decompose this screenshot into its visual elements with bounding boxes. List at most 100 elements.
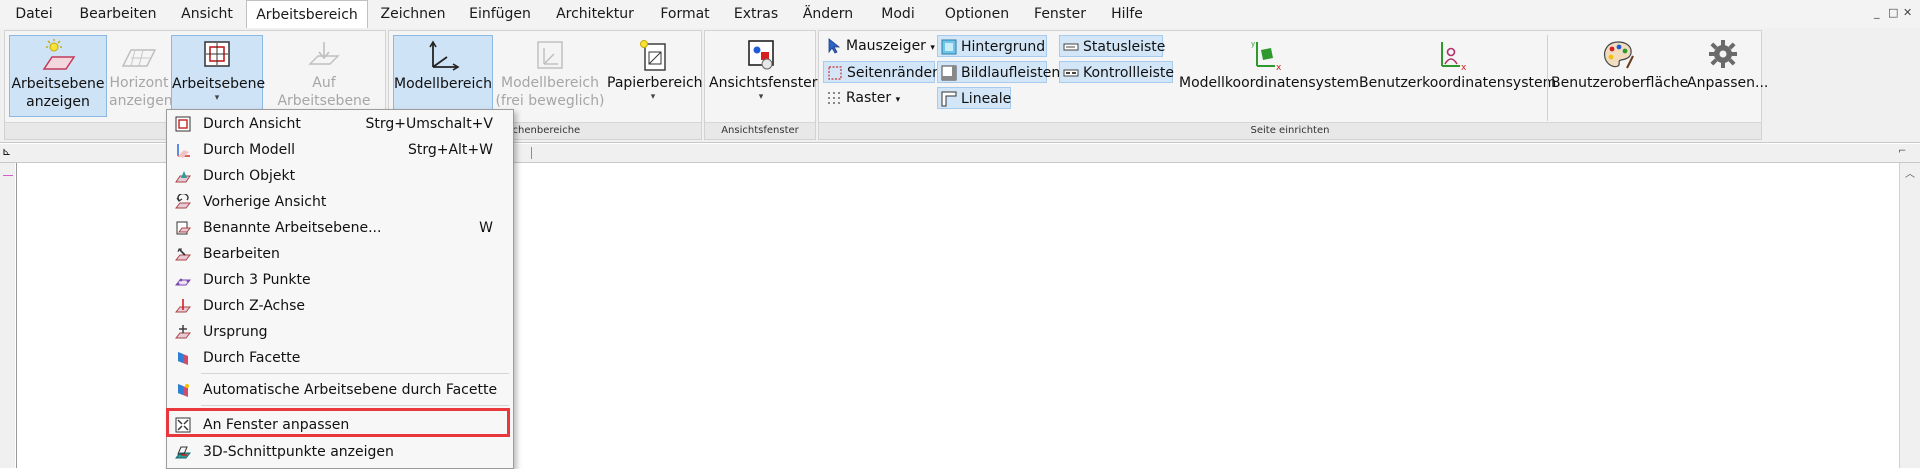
menu-item-label: Durch 3 Punkte — [203, 272, 311, 288]
grid-dots-icon — [828, 92, 840, 104]
viewport-line1: Ansichtsfenster — [709, 75, 818, 91]
cursor-arrow-icon — [828, 38, 841, 54]
model-axes-icon — [177, 144, 190, 158]
page-margins-toggle[interactable]: Seitenränder — [823, 61, 938, 83]
model-area-free-button[interactable]: Modellbereich (frei beweglich) — [495, 35, 605, 117]
minimize-button[interactable]: _ — [1874, 6, 1880, 19]
workplane-line1: Arbeitsebene — [172, 76, 266, 92]
control-bar-label: Kontrollleiste — [1083, 65, 1174, 81]
menu-item-label: Durch Objekt — [203, 168, 296, 184]
menu-item-named-workplane[interactable]: Benannte Arbeitsebene... W — [167, 215, 513, 241]
menu-item-show-3d-intersections[interactable]: 3D-Schnittpunkte anzeigen — [167, 439, 513, 465]
menu-item-by-z-axis[interactable]: Durch Z-Achse — [167, 293, 513, 319]
menu-item-label: Automatische Arbeitsebene durch Facette — [203, 382, 498, 398]
menu-item-edit[interactable]: Bearbeiten — [167, 241, 513, 267]
ruler-origin-icon[interactable]: ⊾ — [2, 145, 11, 158]
tab-format[interactable]: Format — [648, 0, 722, 28]
group-divider — [1547, 35, 1548, 121]
menu-item-by-view[interactable]: Durch Ansicht Strg+Umschalt+V — [167, 111, 513, 137]
background-icon — [941, 39, 957, 55]
customize-button[interactable]: Anpassen... — [1687, 35, 1768, 95]
named-workplane-icon — [176, 221, 191, 235]
model-area-free-line1: Modellbereich — [501, 75, 599, 91]
menu-separator — [201, 373, 509, 374]
menu-item-origin[interactable]: Ursprung — [167, 319, 513, 345]
scrollbars-icon — [941, 65, 957, 81]
menu-item-by-object[interactable]: Durch Objekt — [167, 163, 513, 189]
group-ansichtsfenster: Ansichtsfenster ▾ Ansichtsfenster — [704, 30, 818, 140]
tab-fenster[interactable]: Fenster — [1024, 0, 1096, 28]
place-workplane-line1: Auf Arbeitsebene — [277, 75, 371, 109]
background-label: Hintergrund — [961, 39, 1046, 55]
grid-dropdown[interactable]: Raster ▾ — [823, 87, 935, 109]
paper-area-line1: Papierbereich — [607, 75, 703, 91]
auto-facet-icon — [178, 384, 189, 397]
menu-item-label: Durch Z-Achse — [203, 298, 306, 314]
origin-icon — [175, 325, 191, 339]
tab-aendern[interactable]: Ändern — [790, 0, 866, 28]
model-area-axes-icon — [429, 40, 460, 71]
tab-datei[interactable]: Datei — [0, 0, 68, 28]
menu-item-label: Ursprung — [203, 324, 268, 340]
menu-item-auto-workplane-facet[interactable]: Automatische Arbeitsebene durch Facette — [167, 377, 513, 403]
workplane-dropdown-button[interactable]: Arbeitsebene ▾ — [171, 35, 266, 117]
tab-modi[interactable]: Modi — [866, 0, 930, 28]
chevron-down-icon: ▾ — [895, 95, 901, 105]
menu-item-label: Durch Ansicht — [203, 116, 301, 132]
menu-item-label: 3D-Schnittpunkte anzeigen — [203, 444, 394, 460]
status-bar-toggle[interactable]: Statusleiste — [1059, 35, 1165, 57]
horizon-icon — [121, 49, 157, 67]
tab-einfuegen[interactable]: Einfügen — [458, 0, 542, 28]
rulers-toggle[interactable]: Lineale — [937, 87, 1011, 109]
grid-view-icon — [175, 116, 191, 132]
background-toggle[interactable]: Hintergrund — [937, 35, 1047, 57]
gear-icon — [1709, 40, 1737, 68]
menu-item-shortcut: W — [479, 220, 493, 236]
tab-architektur[interactable]: Architektur — [542, 0, 648, 28]
scrollbars-toggle[interactable]: Bildlaufleisten — [937, 61, 1060, 83]
tab-optionen[interactable]: Optionen — [930, 0, 1024, 28]
page-margins-label: Seitenränder — [847, 65, 938, 81]
tab-bearbeiten[interactable]: Bearbeiten — [68, 0, 168, 28]
show-workplane-button[interactable]: Arbeitsebene anzeigen — [9, 35, 107, 117]
user-coordinate-system-button[interactable]: x Benutzerkoordinatensystem — [1359, 35, 1556, 95]
chevron-down-icon: ▾ — [214, 93, 220, 103]
menu-item-previous-view[interactable]: Vorherige Ansicht — [167, 189, 513, 215]
scroll-up-icon[interactable]: ︿ — [1905, 165, 1915, 180]
menu-item-by-3-points[interactable]: Durch 3 Punkte — [167, 267, 513, 293]
user-cs-icon: x — [1441, 42, 1467, 72]
tab-hilfe[interactable]: Hilfe — [1096, 0, 1158, 28]
model-coordinate-system-button[interactable]: x y Modellkoordinatensystem — [1179, 35, 1359, 95]
mouse-pointer-label: Mauszeiger — [846, 38, 926, 54]
menu-item-by-facet[interactable]: Durch Facette — [167, 345, 513, 371]
menu-item-by-model[interactable]: Durch Modell Strg+Alt+W — [167, 137, 513, 163]
menu-separator — [201, 405, 509, 406]
model-area-free-icon — [537, 41, 563, 69]
place-on-workplane-button[interactable]: Auf Arbeitsebene platzieren — [265, 35, 383, 127]
vertical-scrollbar[interactable]: ︿ — [1899, 163, 1920, 468]
tab-ansicht[interactable]: Ansicht — [168, 0, 246, 28]
close-button[interactable]: ✕ — [1903, 6, 1912, 19]
menubar: Datei Bearbeiten Ansicht Arbeitsbereich … — [0, 0, 1920, 29]
menu-item-label: Vorherige Ansicht — [203, 194, 327, 210]
model-area-line1: Modellbereich — [394, 76, 492, 92]
restore-button[interactable]: □ — [1888, 6, 1898, 19]
user-interface-button[interactable]: Benutzeroberfläche — [1551, 35, 1688, 95]
tab-arbeitsbereich[interactable]: Arbeitsbereich — [246, 0, 368, 29]
tab-zeichnen[interactable]: Zeichnen — [368, 0, 458, 28]
tab-extras[interactable]: Extras — [722, 0, 790, 28]
viewport-dropdown-button[interactable]: Ansichtsfenster ▾ — [709, 35, 818, 117]
three-points-icon — [175, 278, 191, 286]
group-label-seite-einrichten: Seite einrichten — [819, 122, 1761, 139]
palette-icon — [1603, 41, 1634, 69]
object-plane-icon — [175, 171, 191, 183]
svg-text:x: x — [1461, 63, 1467, 72]
mouse-pointer-dropdown[interactable]: Mauszeiger ▾ — [823, 35, 935, 57]
show-horizon-button[interactable]: Horizont anzeigen — [109, 35, 173, 117]
ruler-icon — [941, 91, 957, 107]
control-bar-toggle[interactable]: Kontrollleiste — [1059, 61, 1174, 83]
paper-area-dropdown-button[interactable]: Papierbereich ▾ — [607, 35, 703, 117]
chevron-down-icon: ▾ — [930, 43, 935, 53]
menu-item-shortcut: Strg+Umschalt+V — [365, 116, 493, 132]
model-area-button[interactable]: Modellbereich — [393, 35, 493, 117]
